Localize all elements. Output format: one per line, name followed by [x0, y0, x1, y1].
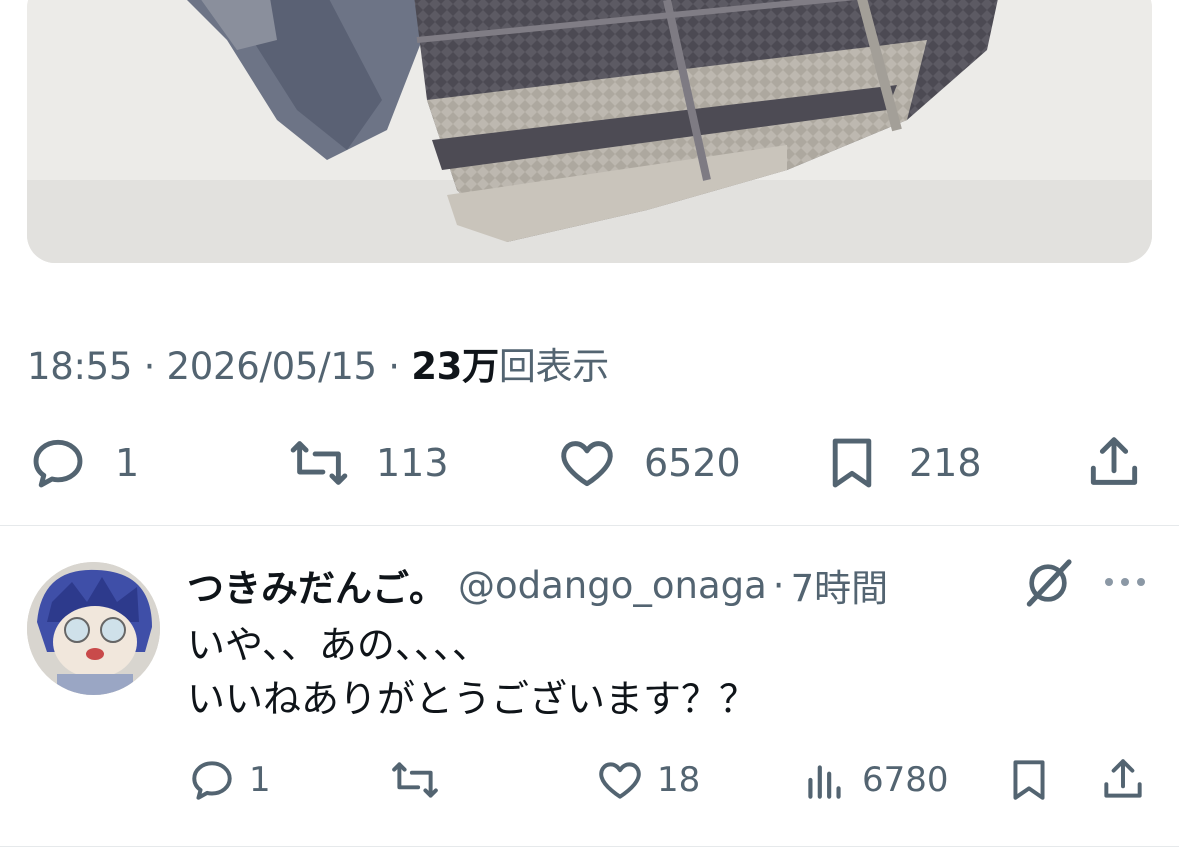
reply-text-line: いや、、あの、、、、 — [187, 623, 490, 667]
share-icon — [1104, 759, 1142, 798]
tweet-action-bar: 1 113 6520 218 — [0, 430, 1179, 496]
retweet-icon — [290, 441, 348, 485]
like-count: 6520 — [644, 441, 741, 485]
reply-like-count: 18 — [657, 760, 701, 800]
reply-timestamp[interactable]: 7時間 — [791, 558, 889, 612]
reply-like-button[interactable]: 18 — [595, 750, 700, 810]
bookmark-icon — [1013, 760, 1045, 800]
views-chart-icon — [808, 765, 841, 799]
meta-separator: · — [143, 345, 156, 388]
reply-text-line: いいねありがとうございます？？ — [187, 677, 758, 721]
reply-count: 1 — [115, 441, 140, 485]
meta-separator: · — [388, 345, 400, 388]
share-button[interactable] — [1083, 430, 1145, 496]
divider — [0, 846, 1179, 847]
heart-icon — [599, 762, 641, 799]
reply-bookmark-button[interactable] — [1004, 750, 1054, 810]
more-icon — [1105, 578, 1145, 586]
bookmark-icon — [832, 438, 872, 488]
grok-icon — [1026, 559, 1072, 607]
reply-header: つきみだんご。 @odango_onaga · 7時間 — [187, 558, 889, 612]
retweet-count: 113 — [376, 441, 449, 485]
bookmark-count: 218 — [909, 441, 982, 485]
tweet-photo[interactable] — [27, 0, 1152, 263]
grok-button[interactable] — [1020, 555, 1076, 611]
meta-separator: · — [772, 563, 785, 607]
reply-share-button[interactable] — [1098, 750, 1148, 810]
bookmark-button[interactable]: 218 — [821, 430, 982, 496]
reply-views-button[interactable]: 6780 — [800, 750, 949, 810]
retweet-button[interactable]: 113 — [288, 430, 449, 496]
reply-views-count: 6780 — [862, 760, 949, 800]
tweet-meta: 18:55 · 2026/05/15 · 23万回表示 — [27, 336, 609, 390]
more-options-button[interactable] — [1100, 562, 1150, 602]
tweet-time: 18:55 — [27, 345, 133, 388]
divider — [0, 525, 1179, 526]
heart-icon — [561, 441, 613, 487]
tweet-date: 2026/05/15 — [166, 345, 378, 388]
reply-body: いや、、あの、、、、 いいねありがとうございます？？ — [187, 618, 757, 726]
share-icon — [1090, 437, 1138, 485]
retweet-icon — [392, 762, 438, 798]
reply-display-name[interactable]: つきみだんご。 — [187, 558, 446, 612]
reply-reply-button[interactable]: 1 — [187, 750, 271, 810]
reply-icon — [33, 439, 83, 488]
like-button[interactable]: 6520 — [556, 430, 741, 496]
reply-icon — [192, 761, 232, 800]
reply-retweet-button[interactable] — [390, 750, 452, 810]
views-label: 回表示 — [498, 345, 609, 388]
reply-reply-count: 1 — [249, 760, 271, 800]
reply-action-bar: 1 18 6780 — [0, 750, 1179, 810]
reply-button[interactable]: 1 — [27, 430, 139, 496]
reply-handle[interactable]: @odango_onaga — [458, 564, 767, 607]
views-count: 23万 — [411, 345, 499, 388]
avatar[interactable] — [27, 562, 160, 695]
